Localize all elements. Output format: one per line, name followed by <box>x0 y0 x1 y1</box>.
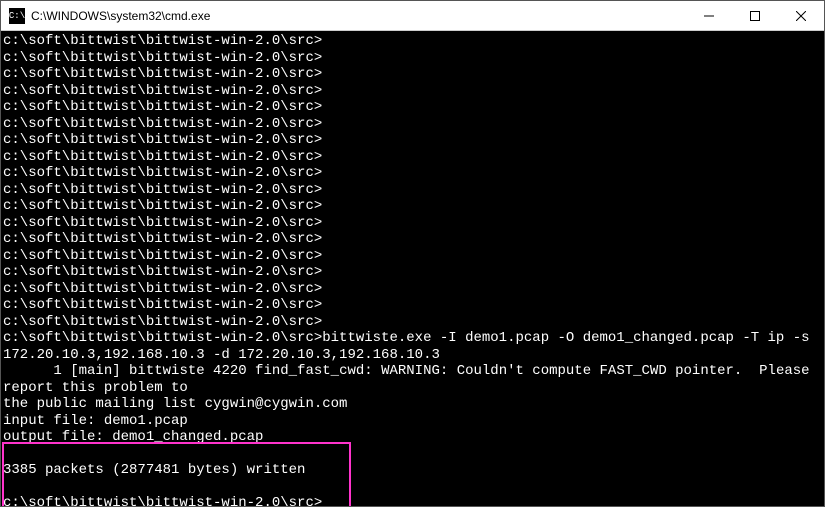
terminal-line: c:\soft\bittwist\bittwist-win-2.0\src> <box>3 132 822 149</box>
terminal-line: c:\soft\bittwist\bittwist-win-2.0\src> <box>3 198 822 215</box>
terminal-line: output file: demo1_changed.pcap <box>3 429 822 446</box>
terminal-line: c:\soft\bittwist\bittwist-win-2.0\src> <box>3 297 822 314</box>
window-title: C:\WINDOWS\system32\cmd.exe <box>31 9 686 23</box>
minimize-button[interactable] <box>686 1 732 30</box>
terminal-line: 1 [main] bittwiste 4220 find_fast_cwd: W… <box>3 363 822 396</box>
terminal-line: c:\soft\bittwist\bittwist-win-2.0\src> <box>3 314 822 331</box>
terminal-line: c:\soft\bittwist\bittwist-win-2.0\src> <box>3 248 822 265</box>
maximize-button[interactable] <box>732 1 778 30</box>
window-controls <box>686 1 824 30</box>
terminal-line: c:\soft\bittwist\bittwist-win-2.0\src>bi… <box>3 330 822 363</box>
close-icon <box>796 11 806 21</box>
terminal-line: c:\soft\bittwist\bittwist-win-2.0\src> <box>3 281 822 298</box>
terminal-line: c:\soft\bittwist\bittwist-win-2.0\src> <box>3 83 822 100</box>
terminal-line: c:\soft\bittwist\bittwist-win-2.0\src> <box>3 33 822 50</box>
terminal-line: 3385 packets (2877481 bytes) written <box>3 462 822 479</box>
maximize-icon <box>750 11 760 21</box>
minimize-icon <box>704 11 714 21</box>
terminal-line: c:\soft\bittwist\bittwist-win-2.0\src> <box>3 495 822 506</box>
terminal-line <box>3 479 822 496</box>
terminal-line: input file: demo1.pcap <box>3 413 822 430</box>
cmd-icon: C:\ <box>9 8 25 24</box>
terminal-line: c:\soft\bittwist\bittwist-win-2.0\src> <box>3 50 822 67</box>
close-button[interactable] <box>778 1 824 30</box>
terminal-line: c:\soft\bittwist\bittwist-win-2.0\src> <box>3 215 822 232</box>
terminal-line: c:\soft\bittwist\bittwist-win-2.0\src> <box>3 182 822 199</box>
terminal-line: c:\soft\bittwist\bittwist-win-2.0\src> <box>3 231 822 248</box>
titlebar[interactable]: C:\ C:\WINDOWS\system32\cmd.exe <box>1 1 824 31</box>
terminal-line: c:\soft\bittwist\bittwist-win-2.0\src> <box>3 116 822 133</box>
terminal-line: the public mailing list cygwin@cygwin.co… <box>3 396 822 413</box>
terminal-line <box>3 446 822 463</box>
terminal-line: c:\soft\bittwist\bittwist-win-2.0\src> <box>3 149 822 166</box>
terminal-line: c:\soft\bittwist\bittwist-win-2.0\src> <box>3 264 822 281</box>
cmd-window: C:\ C:\WINDOWS\system32\cmd.exe c:\soft\… <box>0 0 825 507</box>
terminal-line: c:\soft\bittwist\bittwist-win-2.0\src> <box>3 165 822 182</box>
terminal-line: c:\soft\bittwist\bittwist-win-2.0\src> <box>3 66 822 83</box>
terminal-line: c:\soft\bittwist\bittwist-win-2.0\src> <box>3 99 822 116</box>
terminal-output[interactable]: c:\soft\bittwist\bittwist-win-2.0\src>c:… <box>1 31 824 506</box>
